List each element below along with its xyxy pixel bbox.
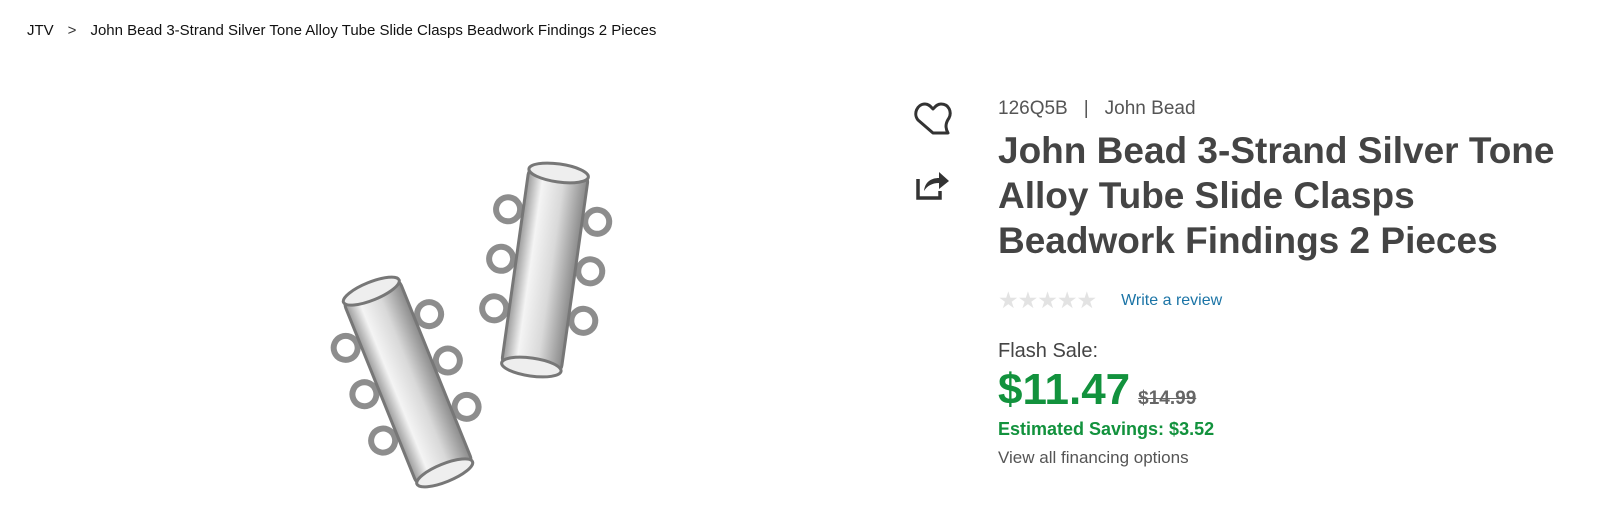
breadcrumb: JTV > John Bead 3-Strand Silver Tone All… [27,22,656,39]
heart-outline-icon [914,102,952,135]
sale-price: $11.47 [998,365,1131,414]
tube-clasps-illustration [330,161,613,489]
price-row: $11.47 $14.99 [998,365,1588,415]
product-info: 126Q5B | John Bead John Bead 3-Strand Silv… [998,98,1588,468]
share-icon [916,172,949,200]
breadcrumb-current: John Bead 3-Strand Silver Tone Alloy Tub… [90,22,657,39]
product-sku: 126Q5B [998,98,1068,119]
brand-link[interactable]: John Bead [1105,98,1196,119]
original-price: $14.99 [1138,388,1197,409]
breadcrumb-separator: > [67,22,77,39]
estimated-savings: Estimated Savings: $3.52 [998,419,1215,439]
write-review-link[interactable]: Write a review [1121,292,1222,310]
product-image[interactable] [320,150,630,495]
share-button[interactable] [912,164,954,206]
wishlist-button[interactable] [912,97,954,139]
product-title: John Bead 3-Strand Silver Tone Alloy Tub… [998,130,1555,261]
flash-sale-label: Flash Sale: [998,340,1099,362]
rating-row: ★★★★★ Write a review [998,287,1588,314]
breadcrumb-home-link[interactable]: JTV [27,22,54,39]
rating-stars: ★★★★★ [998,287,1097,313]
financing-options-link[interactable]: View all financing options [998,448,1189,468]
meta-separator: | [1083,98,1089,119]
product-meta: 126Q5B | John Bead [998,98,1588,120]
